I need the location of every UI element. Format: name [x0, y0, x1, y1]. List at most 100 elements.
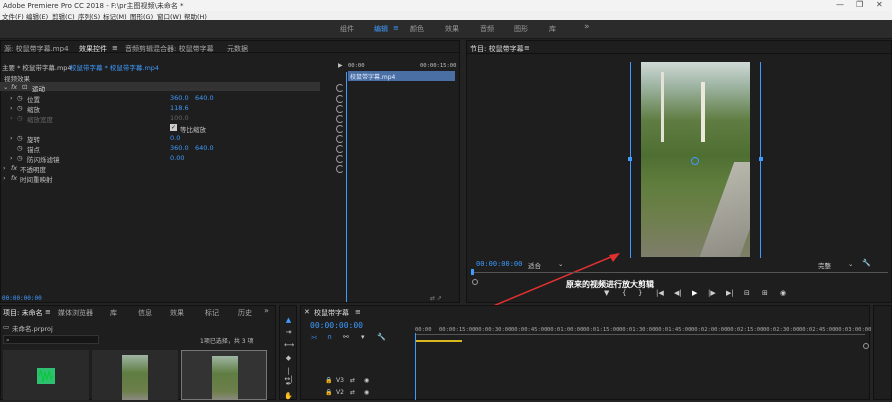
- fit-select[interactable]: 适合: [528, 260, 541, 270]
- uniform-scale-checkbox[interactable]: ✓: [170, 124, 177, 131]
- reset-icon[interactable]: [336, 135, 344, 143]
- fx-icon[interactable]: fx: [11, 164, 17, 172]
- position-x-value[interactable]: 360.0: [170, 94, 189, 102]
- transform-handle[interactable]: [759, 157, 763, 161]
- tab-menu-icon[interactable]: ≡: [45, 308, 51, 316]
- fx-icon[interactable]: fx: [11, 83, 17, 91]
- flicker-expand-icon[interactable]: ›: [10, 154, 13, 162]
- workspace-libraries[interactable]: 库: [549, 24, 556, 34]
- hand-icon[interactable]: ✋: [284, 392, 293, 400]
- snap-icon[interactable]: ∩: [327, 333, 332, 341]
- workspace-menu-icon[interactable]: ≡: [393, 24, 399, 32]
- linked-icon[interactable]: ⚯: [343, 333, 349, 341]
- mark-out-icon[interactable]: }: [638, 289, 642, 297]
- minimize-button[interactable]: —: [836, 0, 844, 9]
- workspace-more-icon[interactable]: »: [584, 22, 590, 32]
- transform-handle[interactable]: [628, 157, 632, 161]
- eye-icon[interactable]: ◉: [364, 377, 369, 384]
- position-expand-icon[interactable]: ›: [10, 94, 13, 102]
- extract-icon[interactable]: ⊞: [762, 289, 768, 297]
- reset-icon[interactable]: [336, 145, 344, 153]
- effect-controls-timecode[interactable]: 00:00:00:00: [2, 295, 42, 302]
- workspace-color[interactable]: 颜色: [410, 24, 424, 34]
- nest-icon[interactable]: ⪥: [311, 333, 317, 342]
- slip-icon[interactable]: |↔|: [284, 367, 293, 383]
- program-playhead[interactable]: [471, 269, 474, 275]
- selection-tool-icon[interactable]: ▲: [284, 316, 293, 324]
- tab-libraries[interactable]: 库: [110, 308, 117, 318]
- scale-expand-icon[interactable]: ›: [10, 104, 13, 112]
- motion-row[interactable]: [0, 82, 320, 91]
- workspace-audio[interactable]: 音频: [480, 24, 494, 34]
- play-icon[interactable]: ▶: [338, 62, 343, 69]
- lift-icon[interactable]: ⊟: [744, 289, 750, 297]
- go-to-out-icon[interactable]: ▶|: [726, 289, 734, 297]
- reset-icon[interactable]: [336, 165, 344, 173]
- workspace-graphics[interactable]: 图形: [514, 24, 528, 34]
- tab-history[interactable]: 历史: [238, 308, 252, 318]
- sync-icon[interactable]: ⇄: [350, 389, 355, 396]
- clip-path-label[interactable]: 主要 * 校鼠带字幕.mp4: [2, 62, 72, 72]
- camera-icon[interactable]: ◉: [780, 289, 786, 297]
- marker-icon[interactable]: ▼: [604, 289, 609, 297]
- rotation-value[interactable]: 0.0: [170, 134, 180, 142]
- step-back-icon[interactable]: ◀|: [674, 289, 682, 297]
- clip-thumbnail-selected[interactable]: [181, 350, 267, 400]
- play-icon[interactable]: ▶: [692, 289, 697, 297]
- scale-value[interactable]: 118.6: [170, 104, 189, 112]
- wrench-icon[interactable]: 🔧: [862, 259, 871, 267]
- lock-icon[interactable]: 🔒: [325, 389, 332, 396]
- workspace-assembly[interactable]: 组件: [340, 24, 354, 34]
- wrench-icon[interactable]: 🔧: [377, 333, 386, 341]
- timeline-playhead[interactable]: [415, 333, 416, 400]
- zoom-handle[interactable]: [863, 343, 869, 349]
- anchor-point-icon[interactable]: [691, 157, 699, 165]
- video-frame[interactable]: [641, 62, 750, 257]
- timeline-tab[interactable]: 校鼠带字幕: [314, 308, 349, 318]
- timeline-timecode[interactable]: 00:00:00:00: [310, 321, 363, 330]
- close-icon[interactable]: ✕: [304, 308, 310, 316]
- tab-project[interactable]: 项目: 未命名: [3, 308, 43, 318]
- timeline-menu-icon[interactable]: ≡: [355, 308, 361, 316]
- work-area-bar[interactable]: [416, 340, 462, 342]
- quality-select[interactable]: 完整: [818, 260, 831, 270]
- reset-icon[interactable]: [336, 155, 344, 163]
- close-button[interactable]: ✕: [876, 0, 883, 9]
- reset-icon[interactable]: [336, 105, 344, 113]
- filter-icon[interactable]: ⇄ ↗: [430, 295, 442, 302]
- zoom-handle[interactable]: [472, 279, 478, 285]
- program-timecode[interactable]: 00:00:00:00: [476, 260, 522, 268]
- go-to-in-icon[interactable]: |◀: [656, 289, 664, 297]
- lock-icon[interactable]: 🔒: [325, 377, 332, 384]
- fx-icon[interactable]: fx: [11, 174, 17, 182]
- mini-playhead[interactable]: [346, 72, 347, 302]
- timeline-ruler[interactable]: [415, 334, 865, 335]
- search-input[interactable]: ⌕: [3, 335, 99, 344]
- program-menu-icon[interactable]: ≡: [524, 44, 530, 52]
- eye-icon[interactable]: ◉: [364, 389, 369, 396]
- mark-in-icon[interactable]: {: [622, 289, 626, 297]
- anchor-x-value[interactable]: 360.0: [170, 144, 189, 152]
- flicker-value[interactable]: 0.00: [170, 154, 184, 162]
- remap-expand-icon[interactable]: ›: [3, 174, 6, 182]
- chevron-down-icon[interactable]: ⌄: [558, 260, 563, 268]
- marker-add-icon[interactable]: ▾: [361, 333, 365, 341]
- stopwatch-icon[interactable]: ◷: [17, 144, 23, 152]
- clip-thumbnail[interactable]: [92, 350, 178, 400]
- step-forward-icon[interactable]: |▶: [708, 289, 716, 297]
- stopwatch-icon[interactable]: ◷: [17, 134, 23, 142]
- stopwatch-icon[interactable]: ◷: [17, 104, 23, 112]
- expand-motion-icon[interactable]: ⌄: [3, 83, 8, 91]
- tab-media-browser[interactable]: 媒体浏览器: [58, 308, 93, 318]
- workspace-effects[interactable]: 效果: [445, 24, 459, 34]
- tab-effects[interactable]: 效果: [170, 308, 184, 318]
- chevron-down-icon[interactable]: ⌄: [848, 260, 853, 268]
- stopwatch-icon[interactable]: ◷: [17, 154, 23, 162]
- sync-icon[interactable]: ⇄: [350, 377, 355, 384]
- pen-icon[interactable]: ✒: [284, 380, 293, 388]
- ripple-edit-icon[interactable]: ⟷: [284, 341, 294, 349]
- reset-icon[interactable]: [336, 115, 344, 123]
- clip-bar[interactable]: 校鼠带字幕.mp4: [348, 71, 455, 81]
- razor-icon[interactable]: ◆: [284, 354, 293, 362]
- stopwatch-icon[interactable]: ◷: [17, 94, 23, 102]
